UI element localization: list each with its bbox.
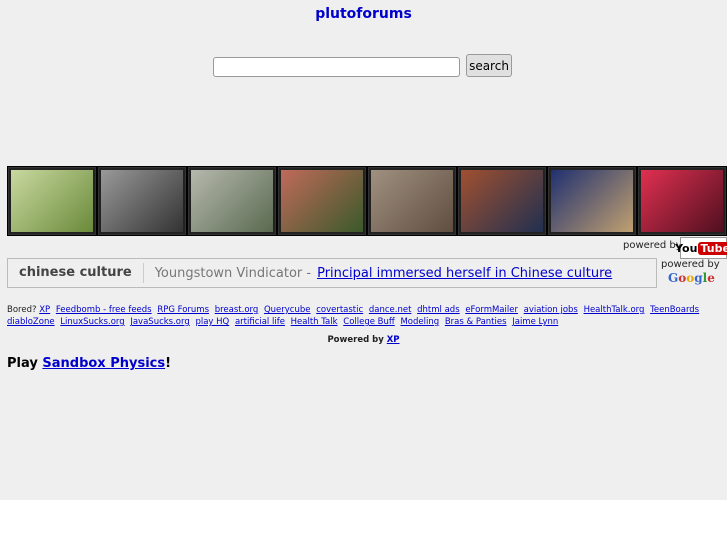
thumbnail-image — [11, 170, 93, 232]
link-item[interactable]: LinuxSucks.org — [60, 317, 124, 327]
link-item[interactable]: Health Talk — [291, 317, 338, 327]
video-thumbnail[interactable] — [187, 166, 277, 236]
news-category: chinese culture — [8, 263, 144, 283]
google-logo-letter: g — [694, 271, 703, 285]
video-thumbnail[interactable] — [97, 166, 187, 236]
powered-by-label: Powered by — [327, 335, 384, 345]
thumbnail-image — [641, 170, 723, 232]
video-thumbnail[interactable] — [637, 166, 727, 236]
link-item[interactable]: College Buff — [343, 317, 395, 327]
news-headline-link[interactable]: Principal immersed herself in Chinese cu… — [317, 266, 612, 281]
news-source: Youngstown Vindicator - — [154, 265, 312, 281]
google-logo: Google — [668, 271, 715, 285]
link-item[interactable]: dhtml ads — [417, 305, 460, 315]
link-item[interactable]: XP — [39, 305, 50, 315]
link-item[interactable]: HealthTalk.org — [584, 305, 645, 315]
powered-by-footer: Powered by XP — [0, 335, 727, 345]
video-thumbnail[interactable] — [277, 166, 367, 236]
link-item[interactable]: play HQ — [195, 317, 229, 327]
link-item[interactable]: eFormMailer — [465, 305, 518, 315]
link-item[interactable]: Jaime Lynn — [512, 317, 558, 327]
link-item[interactable]: Querycube — [264, 305, 311, 315]
site-title-link[interactable]: plutoforums — [0, 6, 727, 22]
link-item[interactable]: artificial life — [235, 317, 285, 327]
youtube-logo-you: You — [675, 241, 698, 255]
thumbnail-image — [281, 170, 363, 232]
thumbnail-image — [191, 170, 273, 232]
play-line: Play Sandbox Physics! — [7, 356, 171, 371]
powered-by-google-label: powered by — [661, 259, 720, 270]
link-item[interactable]: Modeling — [400, 317, 439, 327]
links-prefix: Bored? — [7, 305, 37, 315]
link-item[interactable]: Bras & Panties — [445, 317, 507, 327]
link-item[interactable]: RPG Forums — [157, 305, 209, 315]
thumbnail-image — [101, 170, 183, 232]
search-input[interactable] — [213, 57, 460, 77]
youtube-logo-tube: Tube — [698, 241, 727, 255]
powered-by-xp-link[interactable]: XP — [387, 335, 400, 345]
thumbnail-image — [371, 170, 453, 232]
play-suffix: ! — [165, 356, 172, 371]
thumbnail-image — [551, 170, 633, 232]
sandbox-physics-link[interactable]: Sandbox Physics — [42, 356, 165, 371]
link-item[interactable]: dance.net — [369, 305, 412, 315]
link-item[interactable]: diabloZone — [7, 317, 55, 327]
link-item[interactable]: aviation jobs — [524, 305, 578, 315]
video-thumbnail[interactable] — [7, 166, 97, 236]
video-thumbnail[interactable] — [457, 166, 547, 236]
video-thumbnail[interactable] — [547, 166, 637, 236]
news-bar: chinese culture Youngstown Vindicator - … — [7, 258, 657, 288]
link-item[interactable]: JavaSucks.org — [130, 317, 189, 327]
links-list: Bored? XP Feedbomb - free feeds RPG Foru… — [7, 304, 707, 328]
google-logo-letter: e — [707, 271, 715, 285]
google-logo-letter: G — [668, 271, 679, 285]
link-item[interactable]: breast.org — [215, 305, 259, 315]
search-button[interactable]: search — [466, 54, 512, 77]
youtube-logo[interactable]: You Tube — [675, 237, 727, 259]
link-item[interactable]: Feedbomb - free feeds — [56, 305, 152, 315]
thumbnail-image — [461, 170, 543, 232]
play-prefix: Play — [7, 356, 38, 371]
video-thumbnail[interactable] — [367, 166, 457, 236]
powered-by-youtube-label: powered by — [623, 240, 682, 251]
link-item[interactable]: TeenBoards — [650, 305, 699, 315]
link-item[interactable]: covertastic — [316, 305, 363, 315]
